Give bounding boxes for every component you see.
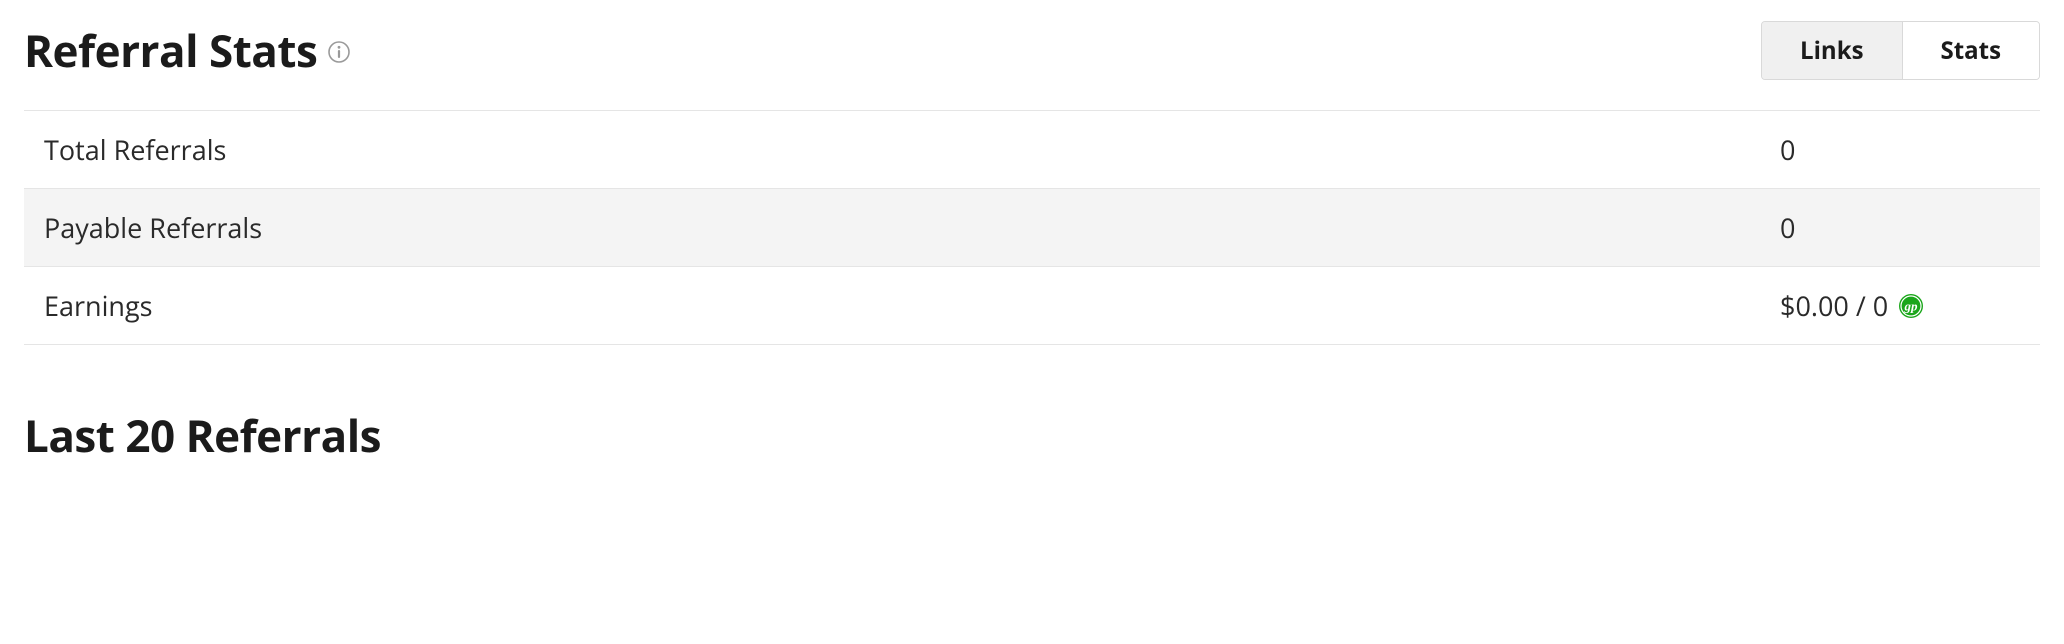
stat-label: Total Referrals (44, 131, 226, 168)
stat-value-text: $0.00 / 0 (1780, 287, 1888, 324)
stat-label: Payable Referrals (44, 209, 262, 246)
stat-value: $0.00 / 0 gp (1780, 287, 2020, 324)
currency-icon: gp (1898, 293, 1924, 319)
page-title: Referral Stats (24, 20, 317, 80)
stat-value-text: 0 (1780, 131, 1795, 168)
stat-value-text: 0 (1780, 209, 1795, 246)
info-icon[interactable] (327, 40, 351, 64)
stat-value: 0 (1780, 209, 2020, 246)
view-tabs: Links Stats (1761, 21, 2040, 80)
tab-stats[interactable]: Stats (1902, 22, 2039, 79)
tab-links[interactable]: Links (1762, 22, 1901, 79)
stat-label: Earnings (44, 287, 153, 324)
stats-table: Total Referrals 0 Payable Referrals 0 Ea… (24, 111, 2040, 345)
stat-row-total-referrals: Total Referrals 0 (24, 111, 2040, 189)
stat-row-payable-referrals: Payable Referrals 0 (24, 189, 2040, 267)
header-row: Referral Stats Links Stats (24, 20, 2040, 111)
svg-text:gp: gp (1904, 298, 1919, 313)
stat-row-earnings: Earnings $0.00 / 0 gp (24, 267, 2040, 345)
title-wrap: Referral Stats (24, 20, 351, 80)
section-title-last-referrals: Last 20 Referrals (24, 405, 2040, 465)
stat-value: 0 (1780, 131, 2020, 168)
